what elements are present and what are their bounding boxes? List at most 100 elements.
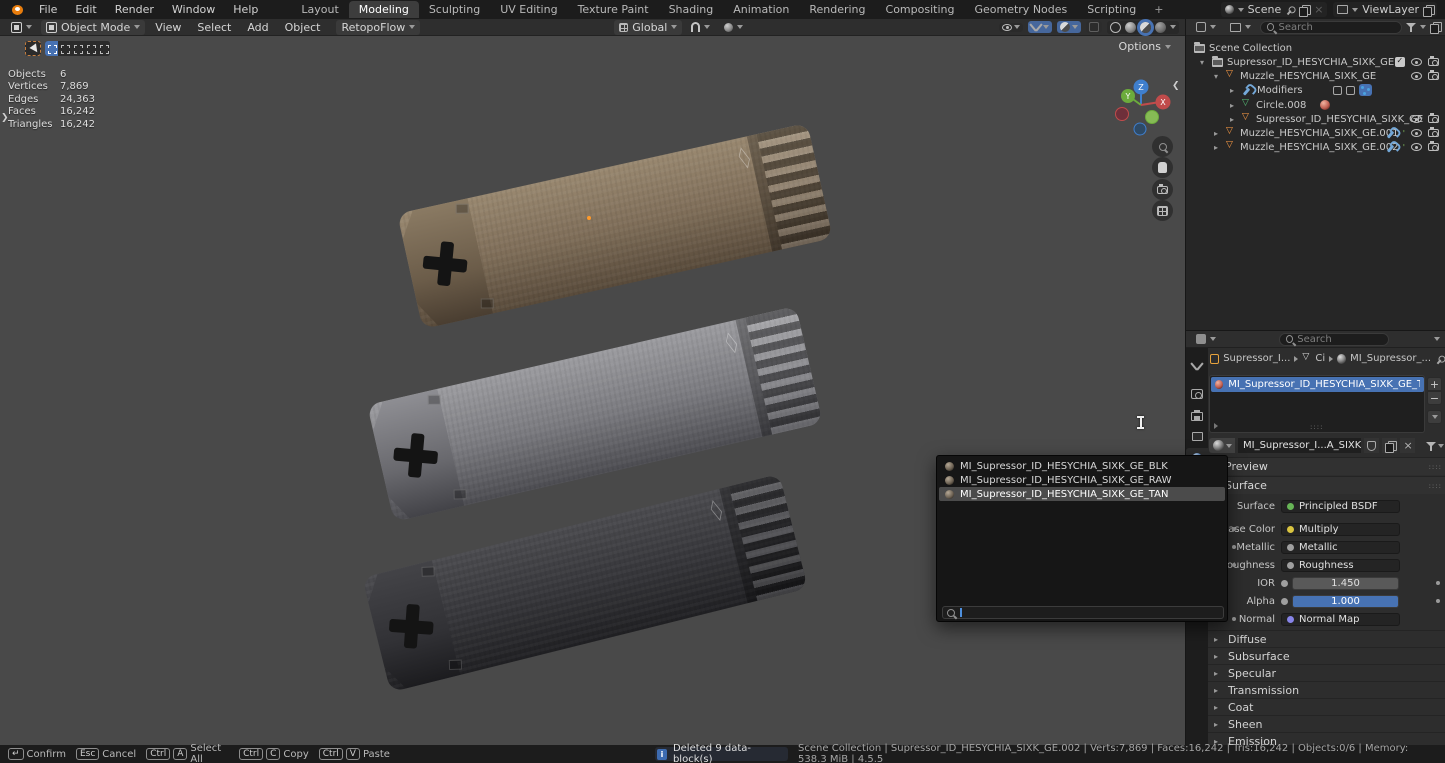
unlink-material-button[interactable] xyxy=(1400,438,1415,453)
wireframe-shading-button[interactable] xyxy=(1110,22,1121,33)
breadcrumb-mesh[interactable]: Ci xyxy=(1315,353,1325,364)
collapse-arrow-icon[interactable]: ▾ xyxy=(1214,72,1222,81)
hide-eye-icon[interactable] xyxy=(1411,129,1422,137)
rendered-shading-button[interactable] xyxy=(1155,22,1166,33)
viewlayer-selector[interactable]: ViewLayer xyxy=(1333,2,1437,17)
retopoflow-menu[interactable]: RetopoFlow xyxy=(336,20,420,35)
transform-orientation-dropdown[interactable]: Global xyxy=(614,20,682,35)
slot-specials-button[interactable] xyxy=(1427,410,1442,424)
tab-tool[interactable] xyxy=(1186,356,1208,376)
decorator-dot[interactable] xyxy=(1436,581,1440,585)
solid-shading-button[interactable] xyxy=(1125,22,1136,33)
workspace-tab-layout[interactable]: Layout xyxy=(291,1,348,18)
ior-slider[interactable]: 1.450 xyxy=(1292,577,1399,590)
normal-field[interactable]: Normal Map xyxy=(1281,613,1400,626)
properties-search[interactable] xyxy=(1279,333,1389,346)
outliner-row-circle-008[interactable]: ▸ Circle.008 xyxy=(1186,98,1445,112)
editor-type-button[interactable] xyxy=(6,21,37,34)
pin-scene-icon[interactable] xyxy=(1283,2,1297,16)
decorator-dot[interactable] xyxy=(1232,527,1236,531)
base-color-field[interactable]: Multiply xyxy=(1281,523,1400,536)
expand-arrow-icon[interactable]: ▸ xyxy=(1230,115,1238,124)
screw-modifier-icon[interactable] xyxy=(1333,86,1342,95)
disable-render-icon[interactable] xyxy=(1428,143,1439,151)
select-mode-extend-button[interactable] xyxy=(58,41,71,56)
proportional-editing-toggle[interactable] xyxy=(719,22,748,33)
node-dot-icon[interactable] xyxy=(1281,580,1288,587)
workspace-tab-compositing[interactable]: Compositing xyxy=(876,1,965,18)
pin-id-icon[interactable] xyxy=(1433,352,1445,365)
overlays-toggle[interactable] xyxy=(1057,21,1081,33)
menu-render[interactable]: Render xyxy=(106,3,163,16)
gizmos-toggle[interactable] xyxy=(1028,21,1052,33)
outliner-row-muzzle-002[interactable]: ▸ Muzzle_HESYCHIA_SIXK_GE.002 ' xyxy=(1186,140,1445,154)
collapse-arrow-icon[interactable]: ▾ xyxy=(1200,58,1208,67)
resize-grip[interactable]: :::: xyxy=(1310,423,1323,431)
workspace-tab-modeling[interactable]: Modeling xyxy=(349,1,419,18)
dropdown-item-tan[interactable]: MI_Supressor_ID_HESYCHIA_SIXK_GE_TAN xyxy=(939,487,1225,501)
workspace-tab-shading[interactable]: Shading xyxy=(659,1,724,18)
report-message[interactable]: Deleted 9 data-block(s) xyxy=(655,747,788,761)
select-mode-invert-button[interactable] xyxy=(84,41,97,56)
camera-view-button[interactable] xyxy=(1152,179,1173,200)
slot-expand-icon[interactable] xyxy=(1214,423,1218,429)
surface-shader-field[interactable]: Principled BSDF xyxy=(1281,500,1400,513)
workspace-tab-sculpting[interactable]: Sculpting xyxy=(419,1,490,18)
outliner-search[interactable] xyxy=(1260,21,1402,34)
panel-transmission[interactable]: ▸Transmission xyxy=(1208,681,1445,698)
workspace-tab-rendering[interactable]: Rendering xyxy=(799,1,875,18)
suppressor-model-tan[interactable] xyxy=(397,123,833,329)
menu-file[interactable]: File xyxy=(30,3,66,16)
workspace-tab-uv-editing[interactable]: UV Editing xyxy=(490,1,567,18)
alpha-slider[interactable]: 1.000 xyxy=(1292,595,1399,608)
dropdown-search[interactable] xyxy=(942,606,1224,619)
options-dropdown[interactable]: Options xyxy=(1119,40,1171,53)
node-dot-icon[interactable] xyxy=(1281,598,1288,605)
chevron-down-icon[interactable] xyxy=(1434,337,1440,341)
menu-help[interactable]: Help xyxy=(224,3,267,16)
show-object-types-toggle[interactable] xyxy=(999,23,1023,32)
tab-view-layer[interactable] xyxy=(1186,426,1208,446)
panel-subsurface[interactable]: ▸Subsurface xyxy=(1208,647,1445,664)
mode-dropdown[interactable]: Object Mode xyxy=(41,20,145,35)
panel-sheen[interactable]: ▸Sheen xyxy=(1208,715,1445,732)
tab-output[interactable] xyxy=(1186,406,1208,426)
filter-dropdown[interactable] xyxy=(1426,441,1444,451)
panel-grip[interactable]: :::: xyxy=(1429,482,1445,490)
dropdown-item-raw[interactable]: MI_Supressor_ID_HESYCHIA_SIXK_GE_RAW xyxy=(939,473,1225,487)
workspace-tab-texture-paint[interactable]: Texture Paint xyxy=(568,1,659,18)
properties-search-input[interactable] xyxy=(1297,334,1382,345)
metallic-field[interactable]: Metallic xyxy=(1281,541,1400,554)
expand-arrow-icon[interactable]: ▸ xyxy=(1214,143,1222,152)
menu-object[interactable]: Object xyxy=(279,21,327,34)
breadcrumb-object[interactable]: Supressor_I... xyxy=(1223,353,1290,364)
roughness-field[interactable]: Roughness xyxy=(1281,559,1400,572)
outliner-row-modifiers[interactable]: ▸ Modifiers xyxy=(1186,83,1445,97)
panel-diffuse[interactable]: ▸Diffuse xyxy=(1208,630,1445,647)
panel-specular[interactable]: ▸Specular xyxy=(1208,664,1445,681)
decorator-dot[interactable] xyxy=(1232,563,1236,567)
bevel-modifier-icon[interactable] xyxy=(1346,86,1355,95)
add-slot-button[interactable]: + xyxy=(1427,377,1442,391)
exclude-checkbox[interactable] xyxy=(1395,57,1405,67)
viewport-3d[interactable]: Object Mode View Select Add Object Retop… xyxy=(0,19,1185,745)
select-mode-subtract-button[interactable] xyxy=(71,41,84,56)
outliner-search-input[interactable] xyxy=(1278,22,1395,33)
outliner-filter-dropdown[interactable] xyxy=(1225,22,1256,33)
select-mode-intersect-button[interactable] xyxy=(97,41,110,56)
material-preview-shading-button[interactable] xyxy=(1140,22,1151,33)
panel-surface[interactable]: ▾ Surface :::: xyxy=(1208,476,1445,494)
workspace-tab-animation[interactable]: Animation xyxy=(723,1,799,18)
decorator-dot[interactable] xyxy=(1232,545,1236,549)
decorator-dot[interactable] xyxy=(1436,599,1440,603)
menu-edit[interactable]: Edit xyxy=(66,3,105,16)
breadcrumb-material[interactable]: MI_Supressor_... xyxy=(1350,353,1431,364)
fake-user-button[interactable] xyxy=(1364,438,1379,453)
panel-grip[interactable]: :::: xyxy=(1429,463,1445,471)
hide-eye-icon[interactable] xyxy=(1411,58,1422,66)
workspace-tab-geometry-nodes[interactable]: Geometry Nodes xyxy=(964,1,1077,18)
menu-view[interactable]: View xyxy=(149,21,187,34)
menu-add[interactable]: Add xyxy=(241,21,274,34)
remove-slot-button[interactable]: − xyxy=(1427,391,1442,405)
decorator-dot[interactable] xyxy=(1232,617,1236,621)
